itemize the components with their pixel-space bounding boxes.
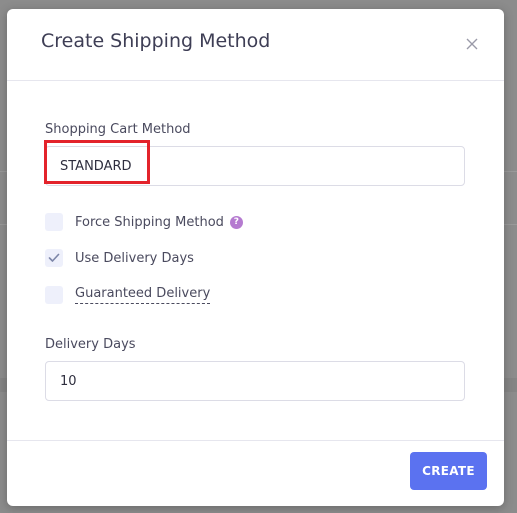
force-shipping-method-label: Force Shipping Method <box>75 214 224 230</box>
close-icon[interactable] <box>466 35 478 50</box>
delivery-days-input[interactable] <box>45 361 465 401</box>
create-button[interactable]: CREATE <box>410 452 487 490</box>
delivery-days-label: Delivery Days <box>45 337 136 352</box>
modal-footer: CREATE <box>7 440 504 506</box>
help-icon[interactable]: ? <box>229 215 243 229</box>
guaranteed-delivery-label: Guaranteed Delivery <box>75 286 211 304</box>
use-delivery-days-label: Use Delivery Days <box>75 250 194 266</box>
cart-method-input[interactable] <box>45 146 465 186</box>
guaranteed-delivery-row: Guaranteed Delivery <box>45 285 211 305</box>
modal-title: Create Shipping Method <box>41 30 271 52</box>
modal-header: Create Shipping Method <box>7 9 504 81</box>
use-delivery-days-row: Use Delivery Days <box>45 248 194 268</box>
force-shipping-method-row: Force Shipping Method ? <box>45 212 243 232</box>
create-shipping-method-modal: Create Shipping Method Shopping Cart Met… <box>7 9 504 506</box>
force-shipping-method-checkbox[interactable] <box>45 213 63 231</box>
checkmark-icon <box>48 253 60 262</box>
guaranteed-delivery-checkbox[interactable] <box>45 286 63 304</box>
use-delivery-days-checkbox[interactable] <box>45 249 63 267</box>
cart-method-label: Shopping Cart Method <box>45 122 191 137</box>
